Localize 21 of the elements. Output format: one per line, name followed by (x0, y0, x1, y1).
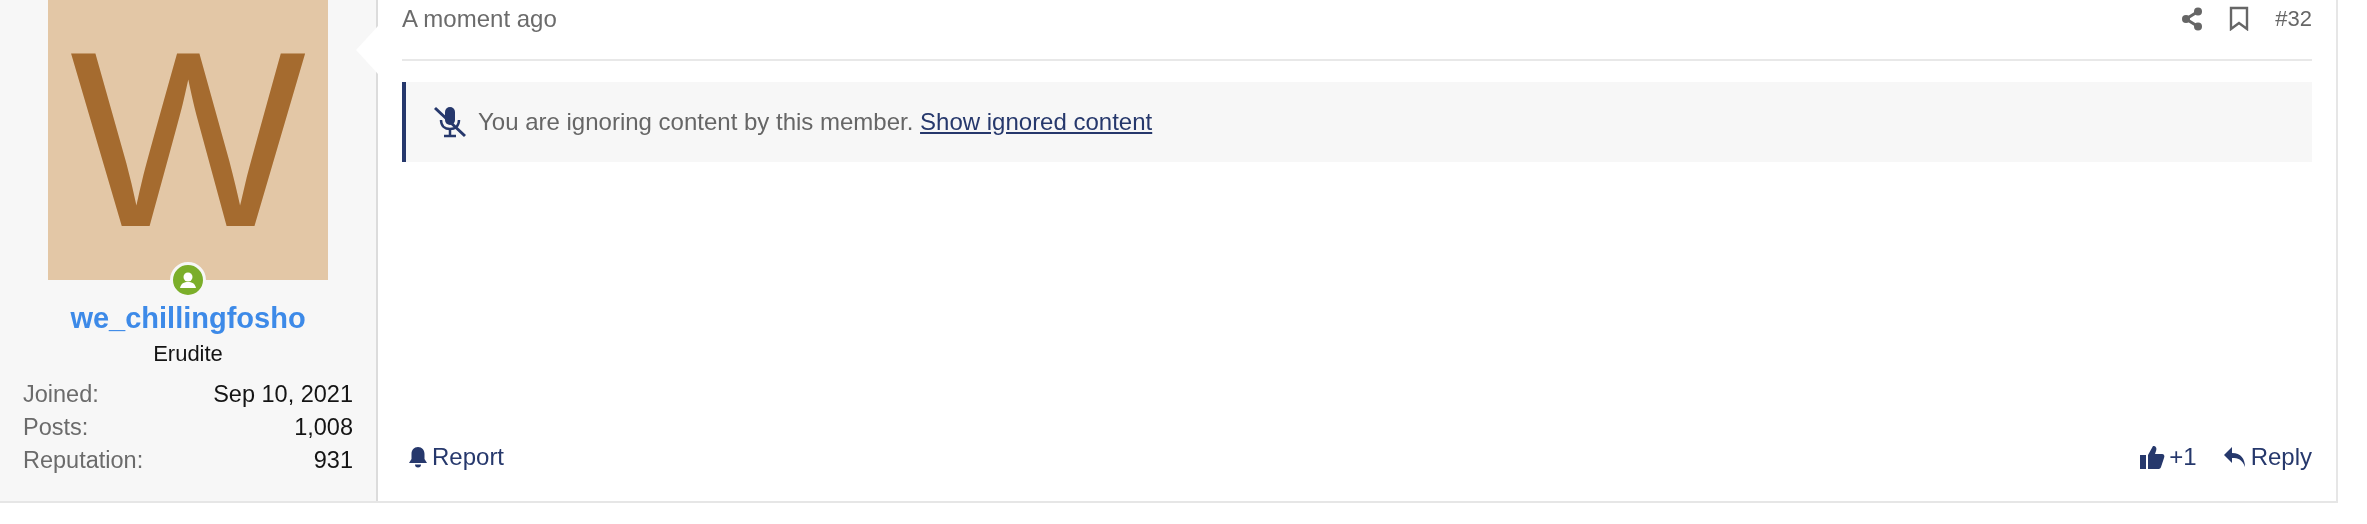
like-link[interactable]: +1 (2139, 443, 2197, 471)
bell-icon (408, 446, 428, 468)
stat-value: Sep 10, 2021 (213, 381, 353, 408)
bookmark-icon[interactable] (2229, 6, 2250, 31)
post-time[interactable]: A moment ago (402, 4, 557, 33)
post-number-link[interactable]: #32 (2275, 5, 2312, 32)
show-ignored-link[interactable]: Show ignored content (920, 108, 1153, 135)
muted-microphone-icon (432, 105, 468, 139)
reply-link[interactable]: Reply (2222, 443, 2312, 471)
stat-value: 931 (312, 447, 353, 474)
stat-label: Posts: (23, 414, 90, 441)
stat-label: Reputation: (23, 447, 145, 474)
stat-label: Joined: (23, 381, 100, 408)
stat-value: 1,008 (293, 414, 353, 441)
share-icon[interactable] (2181, 6, 2204, 31)
avatar-letter: W (70, 15, 306, 265)
ignored-message: You are ignoring content by this member. Show ignored content (478, 108, 1153, 136)
thumbs-up-icon (2139, 444, 2166, 470)
report-link[interactable]: Report (408, 443, 505, 471)
user-title: Erudite (153, 341, 223, 367)
reply-arrow-icon (2222, 446, 2247, 468)
